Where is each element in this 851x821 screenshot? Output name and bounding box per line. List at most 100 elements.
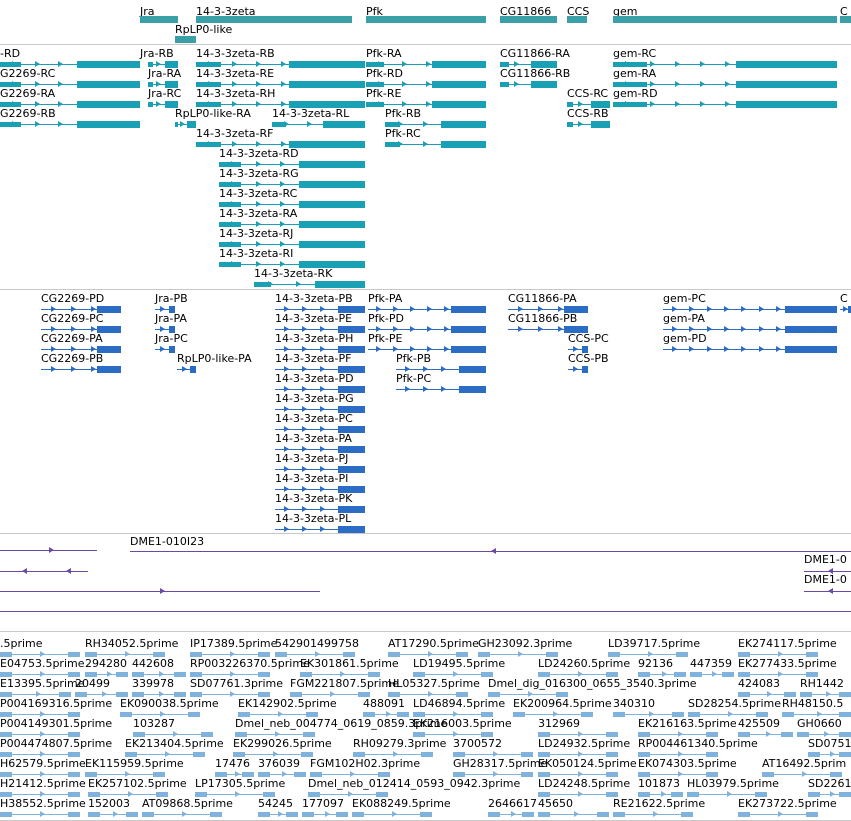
protein-glyph[interactable] bbox=[275, 526, 365, 533]
mrna-label: Jra-RC bbox=[148, 87, 182, 100]
est-label: RH34052.5prime bbox=[85, 637, 179, 650]
est-label: FGM221807.5prime bbox=[290, 677, 399, 690]
est-label: RH09279.3prime bbox=[353, 737, 447, 750]
mrna-label: G2269-RA bbox=[0, 87, 56, 100]
region-glyph[interactable] bbox=[0, 588, 320, 595]
protein-label: Jra-PC bbox=[155, 332, 188, 345]
strand-arrow-right-icon bbox=[794, 346, 799, 352]
est-glyph[interactable] bbox=[352, 811, 432, 818]
est-label: 542901499758 bbox=[275, 637, 359, 650]
est-glyph[interactable] bbox=[302, 811, 348, 818]
strand-arrow-right-icon bbox=[800, 101, 805, 107]
strand-arrow-right-icon bbox=[828, 326, 833, 332]
exon-block bbox=[175, 122, 178, 127]
strand-arrow-right-icon bbox=[759, 326, 764, 332]
cds-block bbox=[567, 16, 587, 23]
gene-glyph[interactable] bbox=[140, 16, 178, 23]
strand-arrow-right-icon bbox=[759, 346, 764, 352]
mrna-glyph[interactable] bbox=[175, 121, 196, 128]
strand-arrow-right-icon bbox=[444, 346, 449, 352]
gene-glyph[interactable] bbox=[175, 36, 196, 43]
protein-glyph[interactable] bbox=[396, 386, 486, 393]
region-glyph[interactable] bbox=[130, 548, 851, 555]
est-label: EK257102.5prime bbox=[88, 777, 187, 790]
strand-arrow-right-icon bbox=[427, 326, 432, 332]
gene-glyph[interactable] bbox=[366, 16, 486, 23]
mrna-glyph[interactable] bbox=[148, 101, 178, 108]
est-label: HL03979.5prime bbox=[687, 777, 779, 790]
protein-glyph[interactable] bbox=[155, 346, 175, 353]
strand-arrow-right-icon bbox=[323, 281, 328, 287]
strand-arrow-right-icon bbox=[82, 121, 87, 127]
mrna-label: Jra-RA bbox=[148, 67, 182, 80]
strand-arrow-right-icon bbox=[825, 61, 830, 67]
region-glyph[interactable] bbox=[0, 608, 851, 615]
strand-arrow-right-icon bbox=[514, 81, 519, 87]
strand-arrow-right-icon bbox=[329, 201, 334, 207]
strand-arrow-right-icon bbox=[208, 141, 213, 147]
strand-arrow-right-icon bbox=[82, 101, 87, 107]
exon-block bbox=[0, 122, 21, 127]
protein-glyph[interactable] bbox=[177, 366, 196, 373]
est-label: SD0751 bbox=[808, 737, 851, 750]
est-label: 3700572 bbox=[453, 737, 502, 750]
gene-glyph[interactable] bbox=[613, 16, 837, 23]
strand-arrow-right-icon bbox=[477, 386, 482, 392]
strand-arrow-right-icon bbox=[353, 141, 358, 147]
est-glyph[interactable] bbox=[538, 811, 609, 818]
mrna-glyph[interactable] bbox=[254, 281, 365, 288]
strand-arrow-right-icon bbox=[128, 81, 133, 87]
est-glyph[interactable] bbox=[142, 811, 222, 818]
gene-glyph[interactable] bbox=[500, 16, 557, 23]
gene-glyph[interactable] bbox=[567, 16, 587, 23]
est-glyph[interactable] bbox=[488, 811, 534, 818]
region-glyph[interactable] bbox=[0, 547, 97, 554]
exon-block bbox=[421, 752, 433, 757]
est-glyph[interactable] bbox=[0, 811, 80, 818]
mrna-glyph[interactable] bbox=[272, 121, 365, 128]
est-label: RH48150.5 bbox=[782, 697, 844, 710]
mrna-label: CG11866-RA bbox=[500, 47, 570, 60]
strand-arrow-right-icon bbox=[58, 101, 63, 107]
strand-arrow-right-icon bbox=[356, 466, 361, 472]
mrna-glyph[interactable] bbox=[500, 81, 557, 88]
strand-arrow-right-icon bbox=[284, 121, 289, 127]
exon-block bbox=[681, 812, 693, 817]
mrna-glyph[interactable] bbox=[366, 101, 486, 108]
region-label: DME1-0 bbox=[804, 553, 847, 566]
gene-glyph[interactable] bbox=[840, 16, 851, 23]
strand-arrow-right-icon bbox=[518, 651, 523, 657]
protein-glyph[interactable] bbox=[568, 366, 588, 373]
gene-glyph[interactable] bbox=[196, 16, 352, 23]
mrna-glyph[interactable] bbox=[0, 121, 140, 128]
protein-glyph[interactable] bbox=[41, 366, 121, 373]
protein-glyph[interactable] bbox=[663, 346, 837, 353]
strand-arrow-right-icon bbox=[58, 121, 63, 127]
strand-arrow-left-icon bbox=[22, 568, 27, 574]
mrna-label: 14-3-3zeta-RK bbox=[254, 267, 333, 280]
strand-arrow-right-icon bbox=[811, 326, 816, 332]
protein-label: Pfk-PD bbox=[368, 312, 404, 325]
est-label: 92136 bbox=[638, 657, 673, 670]
mrna-glyph[interactable] bbox=[385, 141, 486, 148]
protein-label: CG2269-PB bbox=[41, 352, 104, 365]
protein-label: CG2269-PA bbox=[41, 332, 103, 345]
protein-glyph[interactable] bbox=[840, 306, 851, 313]
mrna-glyph[interactable] bbox=[613, 101, 837, 108]
est-label: E13395.5prime bbox=[0, 677, 85, 690]
region-glyph[interactable] bbox=[0, 568, 88, 575]
est-glyph[interactable] bbox=[738, 811, 818, 818]
strand-arrow-right-icon bbox=[71, 366, 76, 372]
est-glyph[interactable] bbox=[258, 811, 298, 818]
strand-arrow-right-icon bbox=[320, 526, 325, 532]
strand-arrow-right-icon bbox=[230, 691, 235, 697]
strand-arrow-right-icon bbox=[353, 261, 358, 267]
est-glyph[interactable] bbox=[613, 811, 693, 818]
mrna-glyph[interactable] bbox=[567, 121, 610, 128]
est-glyph[interactable] bbox=[88, 811, 138, 818]
mrna-label: Pfk-RA bbox=[366, 47, 402, 60]
strand-arrow-right-icon bbox=[353, 241, 358, 247]
region-glyph[interactable] bbox=[804, 588, 851, 595]
mrna-label: 14-3-3zeta-RB bbox=[196, 47, 275, 60]
est-label: EK216163.5prime bbox=[638, 717, 737, 730]
